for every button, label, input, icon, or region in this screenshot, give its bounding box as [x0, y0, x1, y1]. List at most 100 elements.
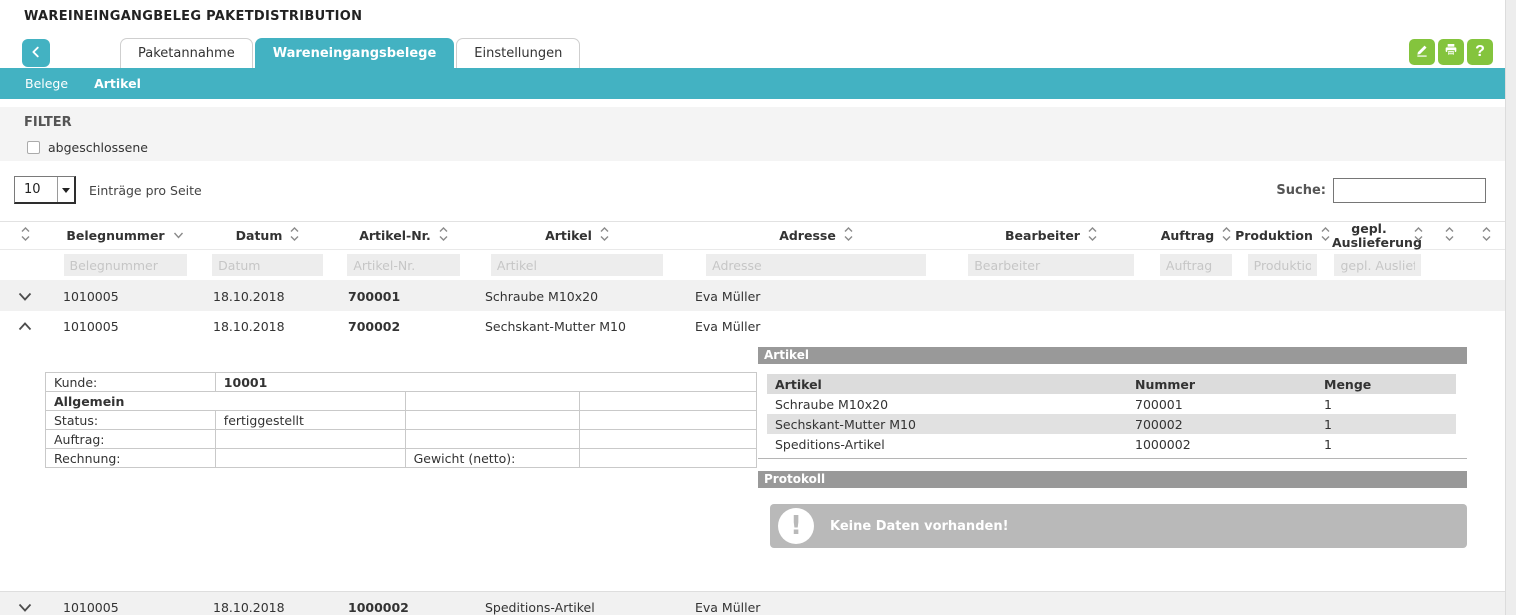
- rechnung-label: Rechnung:: [46, 449, 216, 468]
- toolbar: ?: [1409, 39, 1493, 65]
- cell-adresse: Eva Müller: [682, 319, 950, 334]
- search-input[interactable]: [1333, 178, 1486, 203]
- filter-panel: FILTER abgeschlossene: [0, 107, 1505, 161]
- sort-icon: [600, 226, 609, 245]
- artikel-nummer: 700001: [1127, 397, 1316, 412]
- filter-cell-3: [335, 254, 472, 276]
- column-filter-datum[interactable]: [212, 254, 323, 276]
- filter-cell-6: [950, 254, 1152, 276]
- alert-icon: !: [778, 508, 814, 544]
- column-filter-adresse[interactable]: [706, 254, 926, 276]
- table-row: 101000518.10.2018700002Sechskant-Mutter …: [0, 311, 1505, 341]
- artikel-row: Speditions-Artikel10000021: [767, 434, 1456, 454]
- page-size-label: Einträge pro Seite: [89, 183, 202, 198]
- sort-icon: [1088, 226, 1097, 245]
- column-filter-belegnummer[interactable]: [64, 254, 187, 276]
- expand-row-button[interactable]: [18, 289, 32, 304]
- artikel-nummer: 700002: [1127, 417, 1316, 432]
- tab-paketannahme[interactable]: Paketannahme: [120, 38, 253, 69]
- subnav-bar: Belege Artikel: [0, 68, 1505, 99]
- col-header-label: Datum: [236, 229, 283, 243]
- expand-row-button[interactable]: [18, 600, 32, 615]
- tab-wareneingangsbelege[interactable]: Wareneingangsbelege: [255, 38, 455, 69]
- auftrag-label: Auftrag:: [46, 430, 216, 449]
- col-header-11[interactable]: [1468, 226, 1505, 245]
- status-value: fertiggestellt: [215, 411, 405, 430]
- edit-button[interactable]: [1409, 39, 1435, 65]
- empty-cell: [405, 430, 580, 449]
- empty-cell: [405, 411, 580, 430]
- artikel-table-header: ArtikelNummerMenge: [767, 374, 1456, 394]
- page-title: WAREINEINGANGBELEG PAKETDISTRIBUTION: [24, 9, 362, 24]
- page-size-select[interactable]: 10: [14, 176, 76, 204]
- empty-cell: [405, 392, 580, 411]
- table-rows-top: 101000518.10.2018700001Schraube M10x20Ev…: [0, 281, 1505, 341]
- artikel-row: Schraube M10x207000011: [767, 394, 1456, 414]
- col-header-adresse[interactable]: Adresse: [682, 226, 950, 245]
- col-header-label: gepl. Auslieferung: [1332, 222, 1406, 250]
- col-header-datum[interactable]: Datum: [200, 226, 335, 245]
- col-header-label: Belegnummer: [66, 229, 164, 243]
- expander-cell: [0, 319, 50, 334]
- subnav-link-artikel[interactable]: Artikel: [94, 76, 141, 91]
- auftrag-value: [215, 430, 405, 449]
- col-header-artikel-nr[interactable]: Artikel-Nr.: [335, 226, 472, 245]
- column-filter-auftrag[interactable]: [1160, 254, 1232, 276]
- column-filter-produktion[interactable]: [1248, 254, 1318, 276]
- cell-belegnummer: 1010005: [50, 319, 200, 334]
- kunde-label: Kunde:: [46, 373, 216, 392]
- tab-einstellungen[interactable]: Einstellungen: [456, 38, 580, 69]
- col-header-10[interactable]: [1430, 226, 1468, 245]
- filter-cell-1: [50, 254, 200, 276]
- subnav-link-belege[interactable]: Belege: [25, 76, 68, 91]
- col-header-label: Artikel-Nr.: [359, 229, 431, 243]
- sort-icon: [844, 226, 853, 245]
- col-header-produktion[interactable]: Produktion: [1240, 226, 1325, 245]
- cell-adresse: Eva Müller: [682, 289, 950, 304]
- page-size-value: 10: [15, 182, 57, 197]
- col-header-auftrag[interactable]: Auftrag: [1152, 226, 1240, 245]
- empty-cell: [580, 411, 757, 430]
- tab-strip: PaketannahmeWareneingangsbelegeEinstellu…: [0, 38, 1505, 69]
- column-filter-gepl-auslieferung[interactable]: [1334, 254, 1420, 276]
- col-header-0[interactable]: [0, 226, 50, 245]
- dropdown-arrow-icon: [57, 177, 74, 202]
- artikel-name: Speditions-Artikel: [767, 437, 1127, 452]
- artikel-col-nummer: Nummer: [1127, 377, 1316, 392]
- col-header-gepl-auslieferung[interactable]: gepl. Auslieferung: [1325, 222, 1430, 250]
- column-filter-bearbeiter[interactable]: [968, 254, 1134, 276]
- rechnung-value: [215, 449, 405, 468]
- cell-belegnummer: 1010005: [50, 289, 200, 304]
- cell-datum: 18.10.2018: [200, 600, 335, 615]
- col-header-bearbeiter[interactable]: Bearbeiter: [950, 226, 1152, 245]
- col-header-artikel[interactable]: Artikel: [472, 226, 682, 245]
- table-header-row: Belegnummer Datum Artikel-Nr. ArtikelAdress…: [0, 221, 1505, 250]
- cell-artikel: Sechskant-Mutter M10: [472, 319, 682, 334]
- cell-datum: 18.10.2018: [200, 319, 335, 334]
- filter-checkbox-row: abgeschlossene: [27, 140, 148, 155]
- table-filter-row: [0, 250, 1505, 281]
- print-button[interactable]: [1438, 39, 1464, 65]
- filter-cell-2: [200, 254, 335, 276]
- empty-cell: [580, 392, 757, 411]
- column-filter-artikel[interactable]: [491, 254, 663, 276]
- table-row: 101000518.10.20181000002Speditions-Artik…: [0, 592, 1505, 615]
- filter-heading: FILTER: [24, 115, 72, 130]
- artikel-menge: 1: [1316, 417, 1456, 432]
- artikel-panel-header: Artikel: [758, 347, 1467, 364]
- scrollbar-track[interactable]: [1505, 0, 1516, 615]
- column-filter-artikel-nr[interactable]: [347, 254, 459, 276]
- gewicht-label: Gewicht (netto):: [405, 449, 580, 468]
- back-button[interactable]: [22, 39, 50, 67]
- col-header-belegnummer[interactable]: Belegnummer: [50, 229, 200, 243]
- artikel-name: Sechskant-Mutter M10: [767, 417, 1127, 432]
- expanded-row-detail: Kunde: 10001 Allgemein Status: fertigges…: [0, 341, 1505, 591]
- status-label: Status:: [46, 411, 216, 430]
- expander-cell: [0, 600, 50, 615]
- abgeschlossene-checkbox[interactable]: [27, 141, 40, 154]
- artikel-table-wrap: ArtikelNummerMengeSchraube M10x207000011…: [758, 374, 1467, 459]
- question-mark-icon: ?: [1475, 43, 1485, 61]
- collapse-row-button[interactable]: [18, 319, 32, 334]
- artikel-menge: 1: [1316, 437, 1456, 452]
- help-button[interactable]: ?: [1467, 39, 1493, 65]
